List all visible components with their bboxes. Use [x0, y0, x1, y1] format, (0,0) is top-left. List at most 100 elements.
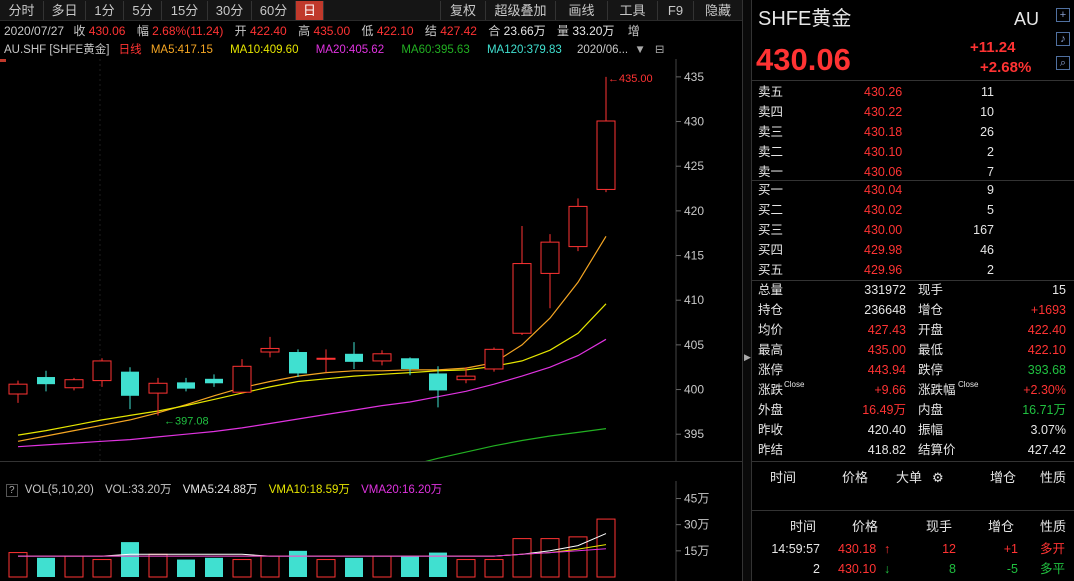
- ask-price: 430.22: [864, 105, 903, 119]
- bid-label: 买三: [758, 223, 784, 237]
- tools-button[interactable]: 工具: [608, 1, 658, 20]
- ma-legend: AU.SHF [SHFE黄金] 日线 MA5:417.15 MA10:409.6…: [0, 41, 742, 59]
- vma10-legend: VMA10:18.59万: [268, 484, 350, 496]
- bid-label: 买五: [758, 263, 784, 277]
- tick-price: 430.10: [838, 562, 877, 576]
- ask-price: 430.10: [864, 145, 903, 159]
- bid-price: 429.96: [864, 263, 903, 277]
- candlestick-chart[interactable]: 435 430 425 420 415 410 405 400 395 ←435.00 ←397.0…: [0, 59, 742, 461]
- stat-value: 422.40: [1027, 323, 1066, 337]
- divider: [752, 80, 1074, 81]
- ask-price: 430.06: [864, 165, 903, 179]
- volume-bar: [372, 555, 392, 578]
- symbol-label: AU.SHF [SHFE黄金]: [4, 44, 110, 56]
- candle-body: [8, 383, 28, 395]
- ask-label: 卖二: [758, 145, 784, 159]
- close-label: 收: [73, 24, 86, 38]
- candle-body: [316, 357, 336, 360]
- candle-body: [64, 379, 84, 389]
- candle-body: [568, 205, 588, 248]
- period-tab-daily[interactable]: 日: [296, 1, 324, 20]
- draw-line-button[interactable]: 画线: [556, 1, 608, 20]
- candle: [92, 358, 112, 387]
- bid-label: 买四: [758, 243, 784, 257]
- volume-indicator-icon[interactable]: ?: [6, 484, 18, 497]
- tick-price: 430.18: [838, 542, 877, 556]
- ask-label: 卖一: [758, 165, 784, 179]
- alert-bell-icon[interactable]: ♪: [1056, 32, 1070, 46]
- stat-label: 增仓: [918, 303, 944, 317]
- stat-value: +2.30%: [1023, 383, 1066, 397]
- volume-bar: [456, 559, 476, 578]
- stat-label: 涨停: [758, 363, 784, 377]
- candle: [484, 347, 504, 372]
- period-tab-15min[interactable]: 15分: [162, 1, 208, 20]
- period-tab-30min[interactable]: 30分: [208, 1, 252, 20]
- candle-body: [484, 348, 504, 370]
- bid-volume: 5: [987, 203, 994, 217]
- panel-splitter[interactable]: ▶: [742, 0, 752, 581]
- candle: [568, 198, 588, 252]
- candle: [64, 377, 84, 391]
- vol-label: 量: [557, 24, 570, 38]
- stat-label: 最低: [918, 343, 944, 357]
- tick-volume: 12: [942, 542, 956, 556]
- divider: [752, 510, 1074, 511]
- period-label: 日线: [118, 44, 142, 56]
- volume-bar: [177, 559, 195, 577]
- range-value: 2.68%(11.24): [152, 24, 224, 38]
- gear-icon[interactable]: ⚙: [932, 468, 944, 488]
- period-tab-timeshare[interactable]: 分时: [0, 1, 44, 20]
- stat-label: 外盘: [758, 403, 784, 417]
- candle-body: [512, 263, 532, 334]
- y-tick-label: 430: [684, 115, 704, 129]
- settle-label: 结: [424, 24, 437, 38]
- high-value: 435.00: [313, 24, 351, 38]
- expand-arrow-icon[interactable]: ▶: [744, 352, 751, 363]
- trade-col-header: 大单: [896, 470, 923, 485]
- bid-label: 买二: [758, 203, 784, 217]
- candle-body: [121, 371, 139, 396]
- settings-icon[interactable]: ⊟: [655, 44, 665, 56]
- candle-body: [177, 382, 195, 389]
- stat-value: 427.42: [1027, 443, 1066, 457]
- f9-button[interactable]: F9: [658, 1, 694, 20]
- dropdown-arrow-icon[interactable]: ▼: [634, 44, 645, 56]
- candle: [37, 370, 55, 392]
- period-tab-60min[interactable]: 60分: [252, 1, 296, 20]
- tick-time: 14:59:57: [771, 542, 820, 556]
- search-icon[interactable]: ⌕: [1056, 56, 1070, 70]
- volume-bar: [316, 559, 336, 578]
- stat-label: 均价: [758, 323, 784, 337]
- period-tab-multiday[interactable]: 多日: [44, 1, 86, 20]
- candle-body: [372, 353, 392, 362]
- stat-value: 236648: [864, 303, 906, 317]
- stat-label: 昨结: [758, 443, 784, 457]
- last-price: 430.06: [756, 42, 851, 77]
- stat-value: 443.94: [867, 363, 906, 377]
- adjust-button[interactable]: 复权: [440, 1, 486, 20]
- trade-col-header: 价格: [842, 470, 869, 485]
- period-tab-1min[interactable]: 1分: [86, 1, 124, 20]
- overlay-button[interactable]: 超级叠加: [486, 1, 556, 20]
- ma5-legend: MA5:417.15: [150, 44, 213, 56]
- stat-value: 418.82: [867, 443, 906, 457]
- volume-indicator: VOL(5,10,20): [24, 484, 94, 496]
- date-dropdown[interactable]: 2020/06...: [577, 44, 628, 56]
- hide-button[interactable]: 隐藏: [694, 1, 742, 20]
- volume-bar: [345, 557, 363, 577]
- tick-col-header: 性质: [1040, 519, 1067, 534]
- volume-bar: [289, 550, 307, 577]
- candle-body: [540, 241, 560, 274]
- candle-body: [401, 358, 419, 369]
- ask-price: 430.18: [864, 125, 903, 139]
- ask-volume: 7: [987, 165, 994, 179]
- add-icon[interactable]: +: [1056, 8, 1070, 22]
- bid-price: 429.98: [864, 243, 903, 257]
- price-change: +11.24: [970, 39, 1016, 56]
- candle: [8, 380, 28, 403]
- stat-sup: Close: [958, 380, 979, 389]
- ma-line-ma20: [17, 338, 607, 448]
- instrument-name: SHFE黄金: [758, 8, 852, 30]
- period-tab-5min[interactable]: 5分: [124, 1, 162, 20]
